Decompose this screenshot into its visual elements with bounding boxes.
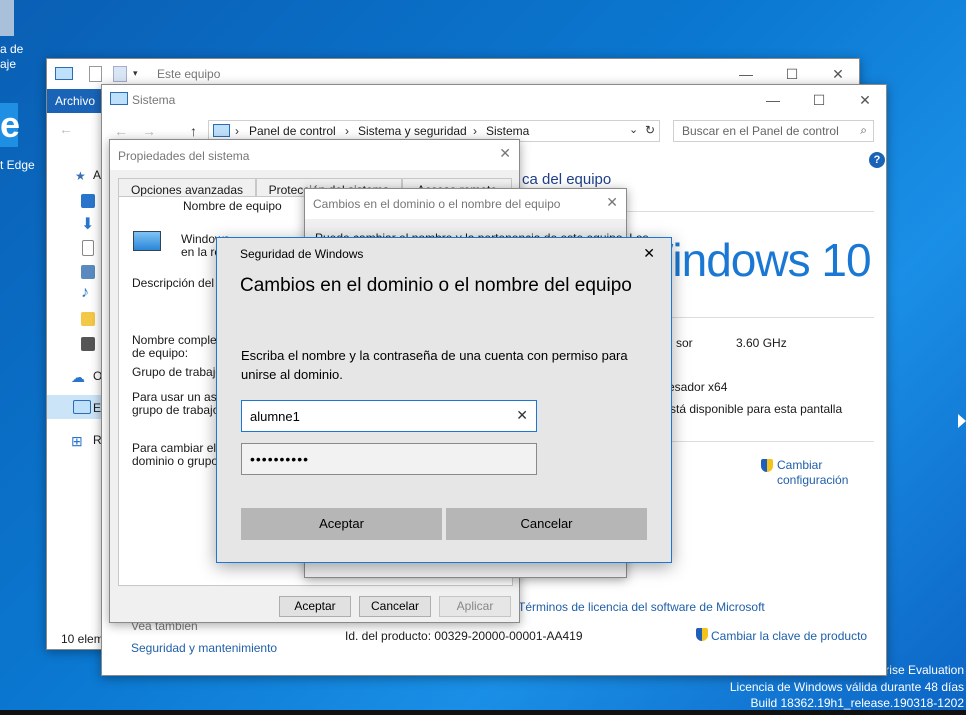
security-maintenance-link[interactable]: Seguridad y mantenimiento (131, 641, 277, 655)
watermark-line3: Build 18362.19h1_release.190318-1202 (750, 696, 964, 710)
username-value[interactable]: alumne1 (250, 409, 300, 424)
product-id: Id. del producto: 00329-20000-00001-AA41… (345, 629, 583, 643)
seguridad-close-button[interactable]: ✕ (643, 245, 655, 262)
help-icon[interactable]: ? (869, 152, 885, 168)
sistema-icon (110, 92, 128, 105)
shield-icon-2 (696, 628, 708, 641)
address-dropdown-icon[interactable]: ⌄ (629, 123, 638, 136)
seguridad-cancel-button[interactable]: Cancelar (446, 508, 647, 540)
propiedades-title: Propiedades del sistema (118, 149, 250, 163)
sistema-minimize-button[interactable]: — (750, 85, 796, 115)
change-product-key-link[interactable]: Cambiar la clave de producto (711, 629, 867, 643)
music-icon[interactable]: ♪ (81, 284, 89, 302)
ribbon-file-tab[interactable]: Archivo (47, 89, 103, 113)
folder-icon[interactable] (81, 312, 95, 326)
cursor-icon (958, 414, 966, 428)
sistema-heading: ca del equipo (522, 171, 612, 188)
search-input[interactable]: Buscar en el Panel de control (682, 124, 839, 138)
row-pen-label: stá disponible para esta pantalla (670, 402, 843, 416)
seguridad-message: Escriba el nombre y la contraseña de una… (241, 348, 628, 382)
taskbar-edge (0, 710, 966, 715)
cambios-close-button[interactable]: ✕ (606, 194, 618, 211)
breadcrumb-item-2[interactable]: Sistema y seguridad (358, 124, 467, 138)
newfolder-icon[interactable] (113, 66, 127, 82)
desktop-icon-small[interactable] (81, 194, 95, 208)
breadcrumb-sep-2: › (473, 124, 477, 138)
seguridad-accept-button[interactable]: Aceptar (241, 508, 442, 540)
desktop-icon-edge-label: t Edge (0, 158, 35, 172)
back-arrow-icon[interactable]: ← (59, 121, 73, 137)
breadcrumb-sep-0: › (235, 124, 239, 138)
sistema-forward-button[interactable]: → (142, 123, 156, 139)
cambios-titlebar: Cambios en el dominio o el nombre del eq… (305, 189, 626, 219)
refresh-icon[interactable]: ↻ (645, 123, 655, 137)
sistema-title: Sistema (132, 93, 176, 107)
onedrive-icon[interactable]: ☁ (71, 369, 85, 386)
recycle-bin-icon (0, 0, 14, 36)
breadcrumb-sep-1: › (345, 124, 349, 138)
propiedades-aplicar-button[interactable]: Aplicar (439, 596, 511, 617)
breadcrumb-item-3[interactable]: Sistema (486, 124, 529, 138)
documents-icon[interactable] (82, 240, 94, 256)
subtab-nombre-equipo[interactable]: Nombre de equipo (183, 199, 282, 213)
pictures-icon[interactable] (81, 265, 95, 279)
explorer-status: 10 elem (61, 632, 104, 646)
videos-icon[interactable] (81, 337, 95, 351)
qat-dropdown-icon[interactable]: ▾ (133, 68, 138, 79)
explorer-title: Este equipo (157, 67, 221, 81)
breadcrumb-item-1[interactable]: Panel de control (249, 124, 336, 138)
seguridad-title: Seguridad de Windows (240, 247, 364, 261)
sistema-titlebar: Sistema — ☐ ✕ (102, 85, 886, 115)
desktop-icon-recycle[interactable] (0, 0, 30, 40)
license-terms-link[interactable]: Términos de licencia del software de Mic… (518, 600, 765, 614)
seguridad-dialog: Seguridad de Windows ✕ Cambios en el dom… (216, 237, 672, 563)
seguridad-heading: Cambios en el dominio o el nombre del eq… (240, 275, 632, 296)
nombre-completo-label: Nombre completo de equipo: (132, 333, 227, 360)
cambios-title: Cambios en el dominio o el nombre del eq… (313, 197, 561, 211)
username-field[interactable]: alumne1 ✕ (241, 400, 537, 432)
desktop-icon-edge[interactable]: e (0, 103, 20, 148)
row-processor-label: sor (676, 336, 693, 350)
password-field[interactable]: •••••••••• (241, 443, 537, 475)
shield-icon (761, 459, 773, 472)
clear-input-icon[interactable]: ✕ (516, 407, 528, 424)
row-processor-value: 3.60 GHz (736, 336, 787, 350)
computer-icon (55, 67, 73, 80)
nav-quickaccess-icon: ★ (75, 169, 86, 183)
desktop-icon-label-1: a de aje (0, 42, 24, 71)
propiedades-close-button[interactable]: ✕ (499, 145, 511, 162)
sistema-back-button[interactable]: ← (114, 123, 128, 139)
watermark-line1: rise Evaluation (885, 663, 964, 677)
thispc-icon (73, 400, 91, 414)
search-icon[interactable]: ⌕ (860, 123, 867, 138)
sistema-maximize-button[interactable]: ☐ (796, 85, 842, 115)
properties-icon[interactable] (89, 66, 102, 82)
sistema-up-button[interactable]: ↑ (190, 123, 197, 139)
sistema-close-button[interactable]: ✕ (842, 85, 888, 115)
propiedades-titlebar: Propiedades del sistema ✕ (110, 140, 519, 170)
downloads-icon[interactable]: ⬇ (81, 214, 94, 234)
cambiar-configuracion-link[interactable]: Cambiar configuración (777, 458, 848, 488)
search-box[interactable]: Buscar en el Panel de control ⌕ (673, 120, 874, 142)
watermark-line2: Licencia de Windows válida durante 48 dí… (729, 680, 964, 694)
control-panel-icon (213, 124, 230, 137)
computer-big-icon (133, 231, 161, 251)
propiedades-cancelar-button[interactable]: Cancelar (359, 596, 431, 617)
password-value[interactable]: •••••••••• (250, 451, 309, 467)
network-icon[interactable]: ⊞ (71, 433, 83, 450)
nav-pane: ★ Ac ⬇ ♪ ☁ O Es ⊞ Re (47, 159, 108, 589)
propiedades-aceptar-button[interactable]: Aceptar (279, 596, 351, 617)
row-systemtype-label: esador x64 (668, 380, 728, 394)
grupo-trabajo-label: Grupo de trabajo: (132, 365, 226, 379)
edge-icon: e (0, 103, 21, 147)
